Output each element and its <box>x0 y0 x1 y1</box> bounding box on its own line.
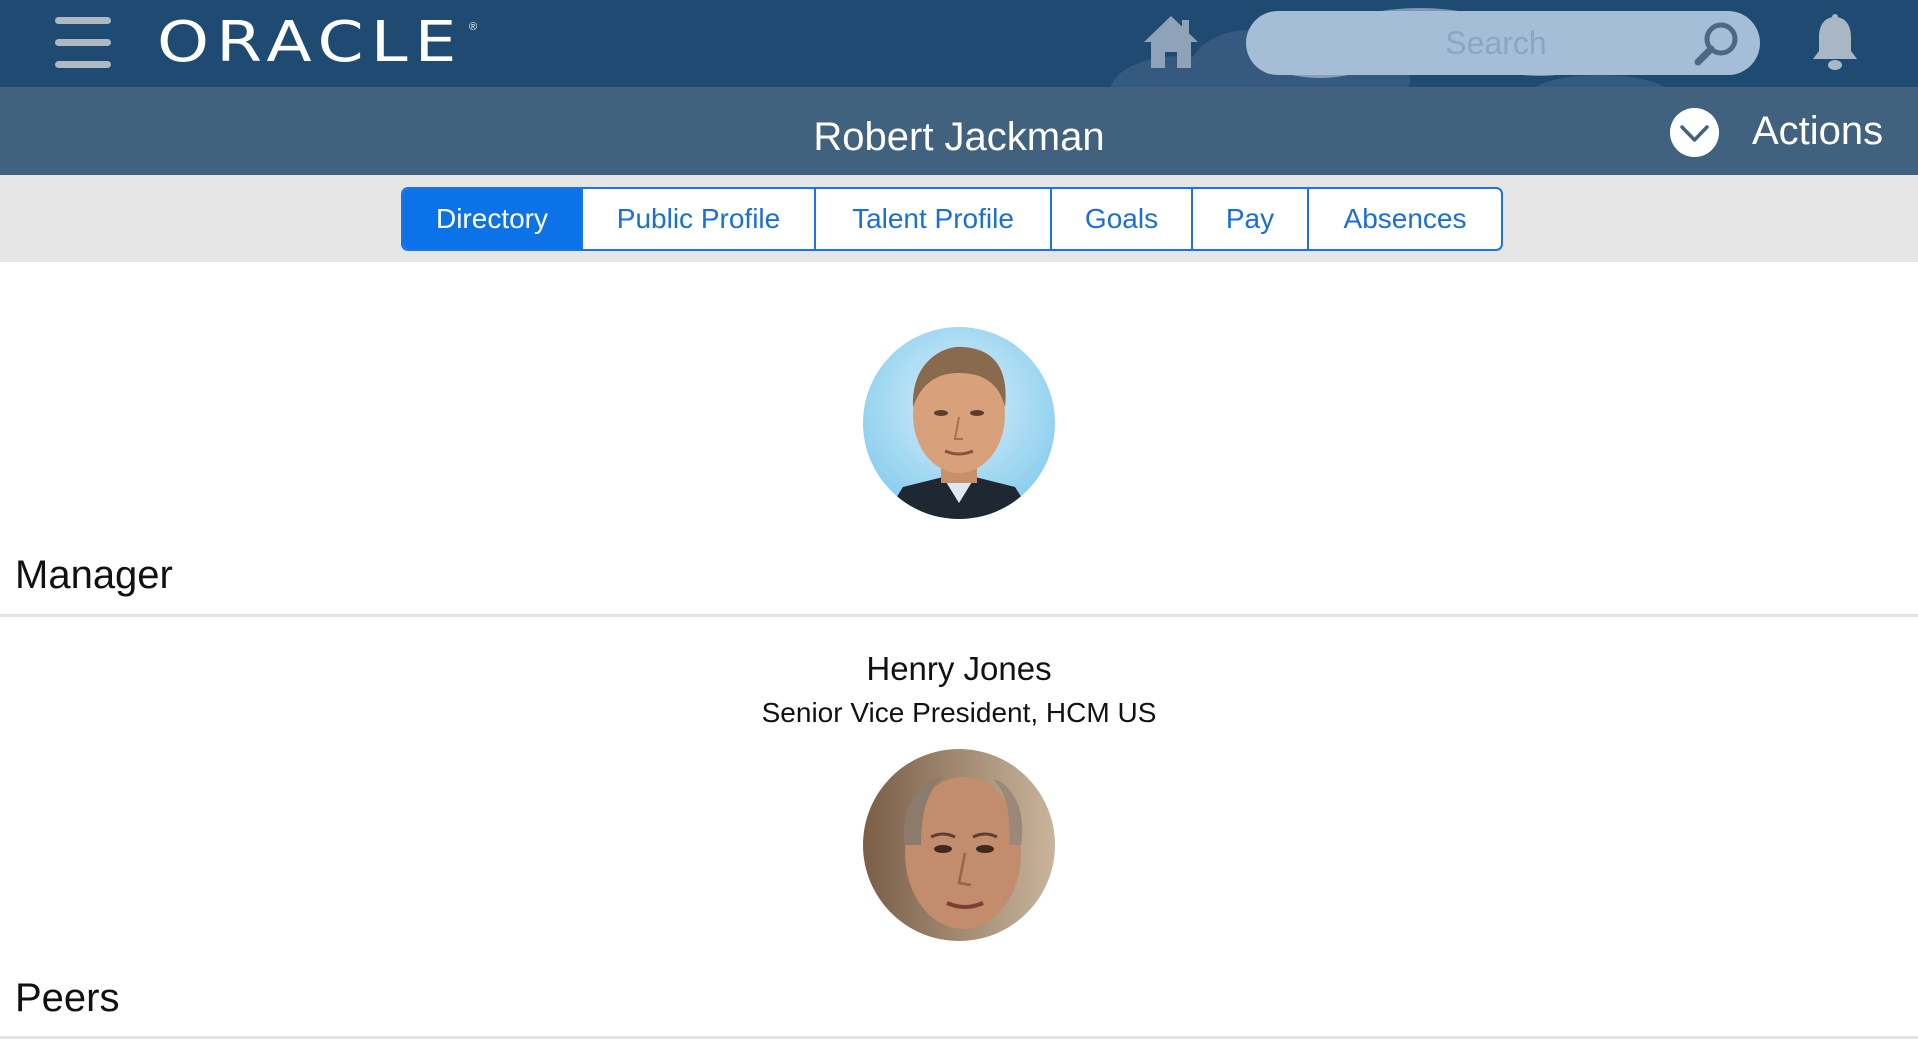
search-field[interactable] <box>1246 11 1760 75</box>
menu-icon[interactable] <box>55 17 111 69</box>
tab-strip: Directory Public Profile Talent Profile … <box>0 175 1918 262</box>
manager-job-title: Senior Vice President, HCM US <box>761 697 1157 728</box>
logo-text: ORACLE <box>157 10 464 75</box>
search-icon[interactable] <box>1692 20 1740 68</box>
search-input[interactable] <box>1306 19 1686 67</box>
peers-section-label: Peers <box>15 976 120 1020</box>
avatar-robert-jackman[interactable] <box>863 327 1055 519</box>
oracle-logo: ORACLE ® <box>157 15 487 71</box>
global-header: ORACLE ® <box>0 0 1918 87</box>
tab-bar: Directory Public Profile Talent Profile … <box>401 187 1503 251</box>
actions-label: Actions <box>1752 109 1884 153</box>
manager-section-label: Manager <box>15 553 173 597</box>
tab-pay[interactable]: Pay <box>1193 189 1309 249</box>
logo-registered-mark: ® <box>469 21 478 33</box>
divider <box>0 1036 1918 1039</box>
chevron-down-icon <box>1670 108 1719 157</box>
page-title-bar: Robert Jackman Actions <box>0 87 1918 175</box>
divider <box>0 614 1918 617</box>
bell-icon[interactable] <box>1810 13 1860 73</box>
tab-absences[interactable]: Absences <box>1309 189 1501 249</box>
tab-goals[interactable]: Goals <box>1052 189 1193 249</box>
avatar-henry-jones[interactable] <box>863 749 1055 941</box>
tab-directory[interactable]: Directory <box>403 189 583 249</box>
tab-talent-profile[interactable]: Talent Profile <box>816 189 1052 249</box>
home-icon[interactable] <box>1142 14 1200 70</box>
tab-public-profile[interactable]: Public Profile <box>583 189 816 249</box>
manager-name[interactable]: Henry Jones <box>0 650 1918 688</box>
page-title: Robert Jackman <box>813 115 1105 159</box>
